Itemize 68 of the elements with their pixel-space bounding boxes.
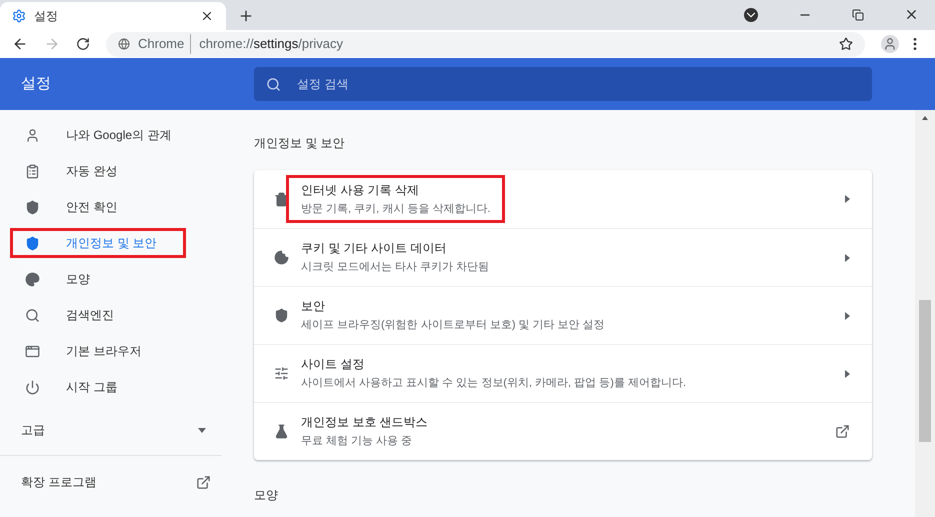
- scroll-up-icon[interactable]: [922, 116, 928, 120]
- row-title: 보안: [301, 298, 326, 316]
- search-icon: [266, 77, 281, 92]
- reload-icon[interactable]: [76, 37, 90, 51]
- shield-icon: [274, 308, 289, 323]
- extensions-link[interactable]: 확장 프로그램: [0, 461, 226, 503]
- row-subtitle: 무료 체험 기능 사용 중: [301, 434, 414, 450]
- power-icon: [25, 380, 40, 394]
- settings-row[interactable]: 인터넷 사용 기록 삭제 방문 기록, 쿠키, 캐시 등을 삭제합니다.: [254, 170, 872, 228]
- sliders-icon: [274, 366, 289, 381]
- flask-icon: [274, 424, 289, 439]
- scrollbar[interactable]: [915, 110, 935, 517]
- sidebar-item[interactable]: 기본 브라우저: [10, 336, 170, 366]
- row-title: 사이트 설정: [301, 356, 366, 374]
- settings-row[interactable]: 쿠키 및 기타 사이트 데이터 시크릿 모드에서는 타사 쿠키가 차단됨: [254, 228, 872, 286]
- row-subtitle: 방문 기록, 쿠키, 캐시 등을 삭제합니다.: [301, 202, 490, 217]
- sidebar-item[interactable]: 자동 완성: [10, 156, 146, 186]
- tab-title: 설정: [34, 8, 59, 25]
- close-window-icon[interactable]: [904, 7, 919, 22]
- advanced-toggle[interactable]: 고급: [0, 412, 226, 448]
- triangle-right-icon: [845, 312, 850, 320]
- address-bar[interactable]: Chrome chrome://settings/privacy: [106, 32, 865, 56]
- row-subtitle: 시크릿 모드에서는 타사 쿠키가 차단됨: [301, 260, 490, 276]
- settings-icon: [12, 9, 26, 23]
- palette-icon: [25, 272, 40, 286]
- settings-row[interactable]: 사이트 설정 사이트에서 사용하고 표시할 수 있는 정보(위치, 카메라, 팝업 등)를 제어합니다.: [254, 344, 872, 402]
- sidebar-item[interactable]: 안전 확인: [10, 192, 146, 222]
- profile-icon[interactable]: [881, 35, 899, 53]
- restore-icon[interactable]: [852, 8, 864, 20]
- row-title: 쿠키 및 기타 사이트 데이터: [301, 240, 448, 258]
- row-title: 인터넷 사용 기록 삭제: [301, 182, 420, 199]
- triangle-right-icon: [845, 195, 850, 203]
- clipboard-icon: [25, 164, 40, 178]
- back-icon[interactable]: [12, 36, 28, 52]
- sidebar-item[interactable]: 개인정보 및 보안: [10, 228, 186, 258]
- triangle-right-icon: [845, 370, 850, 378]
- sidebar-item[interactable]: 검색엔진: [10, 300, 143, 330]
- cookie-icon: [274, 250, 289, 265]
- section-title: 개인정보 및 보안: [254, 135, 346, 152]
- search-field[interactable]: 설정 검색: [254, 67, 872, 101]
- shield-icon: [25, 236, 40, 250]
- settings-row[interactable]: 보안 세이프 브라우징(위험한 사이트로부터 보호) 및 기타 보안 설정: [254, 286, 872, 344]
- shield-check-icon: [25, 200, 40, 214]
- globe-icon: [118, 38, 130, 50]
- person-icon: [25, 128, 40, 142]
- search-icon: [25, 308, 40, 322]
- star-icon[interactable]: [839, 37, 853, 51]
- browser-tab[interactable]: 설정: [0, 2, 226, 30]
- triangle-right-icon: [845, 254, 850, 262]
- new-tab-icon[interactable]: [238, 8, 254, 24]
- site-label: Chrome: [138, 34, 192, 54]
- header-title: 설정: [20, 74, 52, 94]
- url-text: chrome://settings/privacy: [199, 35, 344, 54]
- row-subtitle: 사이트에서 사용하고 표시할 수 있는 정보(위치, 카메라, 팝업 등)를 제어합니다.: [301, 376, 686, 392]
- close-icon[interactable]: [200, 9, 214, 23]
- browser-window-icon: [25, 344, 40, 358]
- row-title: 개인정보 보호 샌드박스: [301, 414, 428, 432]
- external-link-icon: [835, 424, 850, 439]
- sidebar-item[interactable]: 모양: [10, 264, 119, 294]
- dropdown-triangle-icon: [198, 428, 206, 432]
- sidebar-item[interactable]: 나와 Google의 관계: [10, 120, 200, 150]
- trash-icon: [274, 192, 289, 206]
- settings-row[interactable]: 개인정보 보호 샌드박스 무료 체험 기능 사용 중: [254, 402, 872, 460]
- section-title: 모양: [254, 487, 279, 504]
- sidebar-item[interactable]: 시작 그룹: [10, 372, 146, 402]
- external-link-icon: [196, 474, 211, 490]
- scrollbar-thumb[interactable]: [919, 300, 931, 442]
- row-subtitle: 세이프 브라우징(위험한 사이트로부터 보호) 및 기타 보안 설정: [301, 318, 605, 334]
